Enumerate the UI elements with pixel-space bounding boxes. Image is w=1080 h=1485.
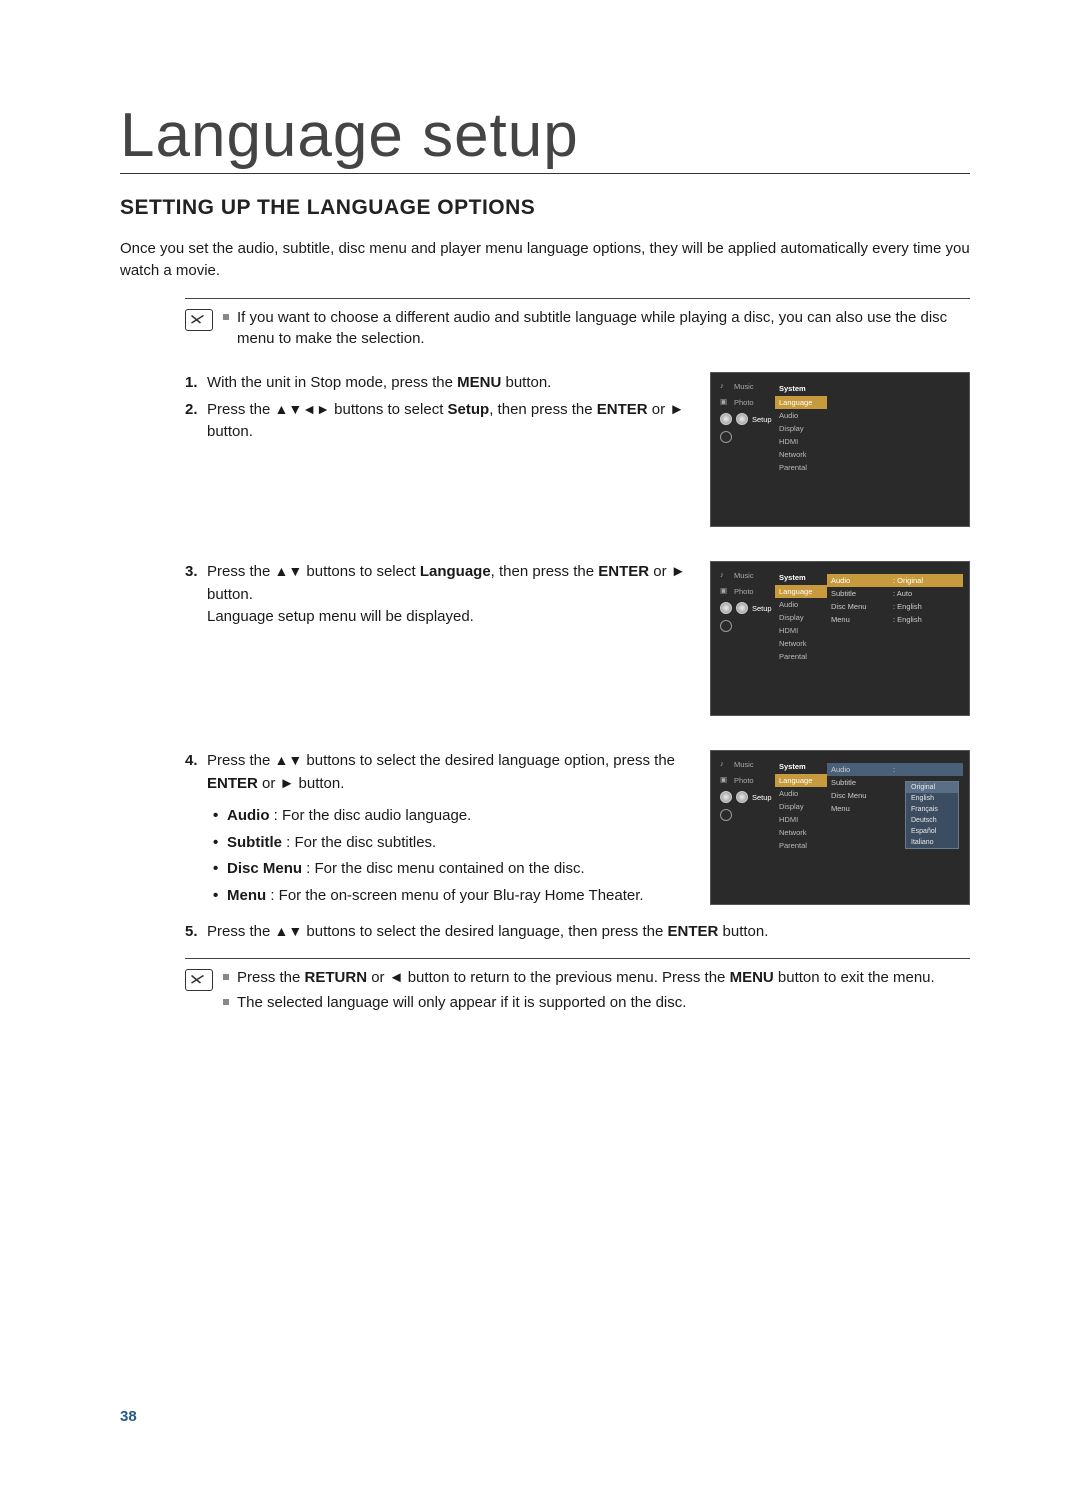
bullet-audio: Audio : For the disc audio language. [213, 805, 694, 828]
note-block-1: If you want to choose a different audio … [185, 307, 970, 355]
bullet-disc-menu: Disc Menu : For the disc menu contained … [213, 858, 694, 881]
language-dropdown: Original English Français Deutsch Españo… [905, 781, 959, 849]
divider [185, 958, 970, 959]
screenshot-language-menu: ♪Music ▣Photo Setup System Language Audi… [710, 561, 970, 716]
page-number: 38 [120, 1408, 137, 1425]
section-title: SETTING UP THE LANGUAGE OPTIONS [120, 196, 970, 220]
bullet-menu: Menu : For the on-screen menu of your Bl… [213, 885, 694, 908]
bullet-subtitle: Subtitle : For the disc subtitles. [213, 832, 694, 855]
step-block-4: 4. Press the ▲▼ buttons to select the de… [185, 750, 970, 911]
step-1: 1. With the unit in Stop mode, press the… [185, 372, 694, 395]
step-5: 5. Press the ▲▼ buttons to select the de… [185, 921, 970, 944]
note-block-2: Press the RETURN or ◄ button to return t… [185, 967, 970, 1019]
step-2: 2. Press the ▲▼◄► buttons to select Setu… [185, 399, 694, 444]
screenshot-setup-menu: ♪Music ▣Photo Setup System Language Audi… [710, 372, 970, 527]
intro-paragraph: Once you set the audio, subtitle, disc m… [120, 238, 970, 282]
note-supported: The selected language will only appear i… [223, 992, 970, 1014]
step-4: 4. Press the ▲▼ buttons to select the de… [185, 750, 694, 907]
note-icon [185, 969, 213, 991]
step-block-3: 3. Press the ▲▼ buttons to select Langua… [185, 561, 970, 716]
note-icon [185, 309, 213, 331]
step-block-1-2: 1. With the unit in Stop mode, press the… [185, 372, 970, 527]
step-block-5: 5. Press the ▲▼ buttons to select the de… [185, 921, 970, 948]
chapter-title: Language setup [120, 100, 970, 174]
step-3: 3. Press the ▲▼ buttons to select Langua… [185, 561, 694, 629]
note-text: If you want to choose a different audio … [223, 307, 970, 351]
screenshot-language-dropdown: ♪Music ▣Photo Setup System Language Audi… [710, 750, 970, 905]
divider [185, 298, 970, 299]
note-return: Press the RETURN or ◄ button to return t… [223, 967, 970, 989]
